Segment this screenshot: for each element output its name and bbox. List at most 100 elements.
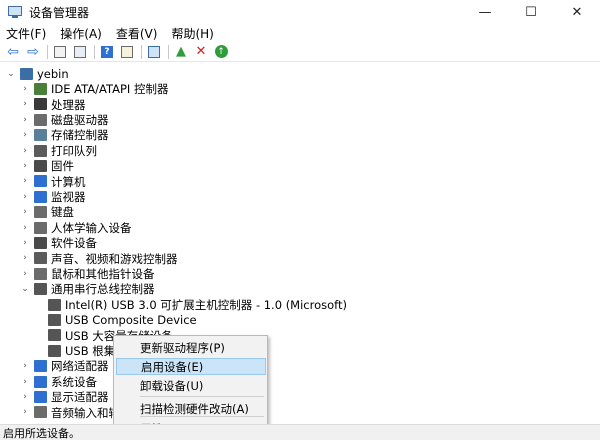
context-menu-separator	[140, 416, 264, 417]
status-text: 启用所选设备。	[3, 426, 80, 440]
tree-category[interactable]: › 键盘	[20, 205, 74, 220]
context-menu-item[interactable]: 启用设备(E)	[116, 358, 266, 375]
processor-icon	[34, 98, 47, 111]
tree-category[interactable]: › 固件	[20, 158, 74, 173]
toolbar-separator	[168, 44, 169, 59]
context-menu-item[interactable]: 卸载设备(U)	[116, 377, 266, 394]
expand-chevron-icon[interactable]: ›	[20, 207, 30, 217]
network-adapter-icon	[34, 360, 47, 373]
computer-icon	[34, 175, 47, 188]
expand-chevron-icon[interactable]: ›	[20, 392, 30, 402]
tree-item-label: 网络适配器	[51, 359, 109, 374]
menu-view[interactable]: 查看(V)	[116, 25, 158, 42]
tree-category[interactable]: ⌄ 通用串行总线控制器	[20, 282, 155, 297]
expand-chevron-icon[interactable]: ›	[20, 192, 30, 202]
tree-item-label: 系统设备	[51, 374, 97, 389]
tree-category[interactable]: › 磁盘驱动器	[20, 112, 108, 127]
expand-chevron-icon[interactable]: ›	[20, 253, 30, 263]
expand-chevron-icon[interactable]: ›	[20, 377, 30, 387]
minimize-button[interactable]: —	[462, 0, 508, 24]
tree-item-label: 声音、视频和游戏控制器	[51, 251, 178, 266]
tree-category[interactable]: › 显示适配器	[20, 389, 109, 405]
tree-category[interactable]: › IDE ATA/ATAPI 控制器	[20, 81, 168, 96]
context-menu-item[interactable]: 扫描检测硬件改动(A)	[116, 400, 266, 417]
menu-bar: 文件(F) 操作(A) 查看(V) 帮助(H)	[0, 24, 600, 42]
update-driver-icon[interactable]: ▲	[172, 43, 190, 61]
tree-category[interactable]: › 软件设备	[20, 235, 97, 250]
expand-chevron-icon[interactable]: ›	[20, 269, 30, 279]
storage-controller-icon	[34, 129, 47, 142]
tree-category[interactable]: › 计算机	[20, 174, 86, 189]
devmgr-view-icon[interactable]	[71, 43, 89, 61]
expand-chevron-icon[interactable]: ›	[20, 115, 30, 125]
tree-usb-device[interactable]: USB Composite Device	[34, 312, 197, 327]
usb-icon	[34, 283, 47, 296]
expand-chevron-icon[interactable]: ›	[20, 161, 30, 171]
maximize-button[interactable]: ☐	[508, 0, 554, 24]
menu-action[interactable]: 操作(A)	[60, 25, 102, 42]
back-arrow-icon[interactable]: ⇦	[4, 43, 22, 61]
usb-device-icon	[48, 298, 61, 311]
close-button[interactable]: ✕	[554, 0, 600, 24]
sound-icon	[34, 252, 47, 265]
tree-category[interactable]: › 系统设备	[20, 374, 97, 389]
expand-chevron-icon[interactable]: ›	[20, 176, 30, 186]
tree-item-label: USB Composite Device	[65, 313, 197, 328]
menu-file[interactable]: 文件(F)	[6, 25, 46, 42]
tree-item-label: 鼠标和其他指针设备	[51, 266, 155, 281]
show-hide-icon[interactable]	[118, 43, 136, 61]
window-title: 设备管理器	[29, 5, 90, 20]
tree-item-label: 软件设备	[51, 236, 97, 251]
ide-controller-icon	[34, 83, 47, 96]
expand-chevron-icon[interactable]: ›	[20, 238, 30, 248]
monitor-icon[interactable]	[145, 43, 163, 61]
usb-device-icon	[48, 314, 61, 327]
tree-usb-device[interactable]: Intel(R) USB 3.0 可扩展主机控制器 - 1.0 (Microso…	[34, 297, 347, 312]
tree-item-label: 显示适配器	[51, 390, 109, 405]
menu-help[interactable]: 帮助(H)	[171, 25, 213, 42]
tree-root[interactable]: ⌄ yebin	[6, 66, 69, 81]
tree-category[interactable]: › 打印队列	[20, 143, 97, 158]
tree-item-label: 固件	[51, 159, 74, 174]
tree-item-label: 计算机	[51, 174, 86, 189]
expand-chevron-icon[interactable]: ›	[20, 361, 30, 371]
collapse-chevron-icon[interactable]: ⌄	[20, 284, 30, 294]
tree-category[interactable]: › 网络适配器	[20, 359, 109, 374]
collapse-chevron-icon[interactable]: ⌄	[6, 69, 16, 79]
tree-category[interactable]: › 监视器	[20, 189, 86, 204]
tree-category[interactable]: › 处理器	[20, 97, 86, 112]
tree-category[interactable]: › 鼠标和其他指针设备	[20, 266, 155, 281]
hid-icon	[34, 221, 47, 234]
expand-chevron-icon[interactable]: ›	[20, 146, 30, 156]
expand-chevron-icon[interactable]: ›	[20, 223, 30, 233]
properties-icon[interactable]	[51, 43, 69, 61]
tree-category[interactable]: › 人体学输入设备	[20, 220, 132, 235]
expand-chevron-icon[interactable]: ›	[20, 84, 30, 94]
mouse-icon	[34, 267, 47, 280]
enable-icon[interactable]: ↑	[212, 43, 230, 61]
toolbar: ⇦ ⇨ ? ▲ ✕ ↑	[0, 42, 600, 62]
expand-chevron-icon[interactable]: ›	[20, 130, 30, 140]
context-menu: 更新驱动程序(P)启用设备(E)卸载设备(U)扫描检测硬件改动(A)属性(R)	[113, 335, 268, 436]
device-tree: ⌄ yebin › IDE ATA/ATAPI 控制器 › 处理器 › 磁盘驱动器 › 存储控制器…	[0, 64, 600, 424]
tree-item-label: Intel(R) USB 3.0 可扩展主机控制器 - 1.0 (Microso…	[65, 297, 347, 312]
tree-category[interactable]: › 存储控制器	[20, 128, 108, 143]
tree-item-label: 处理器	[51, 97, 86, 112]
expand-chevron-icon[interactable]: ›	[20, 99, 30, 109]
help-icon[interactable]: ?	[98, 43, 116, 61]
tree-item-label: yebin	[37, 66, 69, 81]
monitor-icon	[34, 190, 47, 203]
toolbar-separator	[141, 44, 142, 59]
expand-chevron-icon[interactable]: ›	[20, 407, 30, 417]
audio-io-icon	[34, 406, 47, 419]
tree-item-label: 监视器	[51, 189, 86, 204]
tree-category[interactable]: › 声音、视频和游戏控制器	[20, 251, 178, 266]
context-menu-item[interactable]: 更新驱动程序(P)	[116, 339, 266, 356]
tree-item-label: 通用串行总线控制器	[51, 282, 155, 297]
forward-arrow-icon[interactable]: ⇨	[24, 43, 42, 61]
tree-item-label: 人体学输入设备	[51, 220, 132, 235]
uninstall-icon[interactable]: ✕	[192, 43, 210, 61]
software-device-icon	[34, 237, 47, 250]
